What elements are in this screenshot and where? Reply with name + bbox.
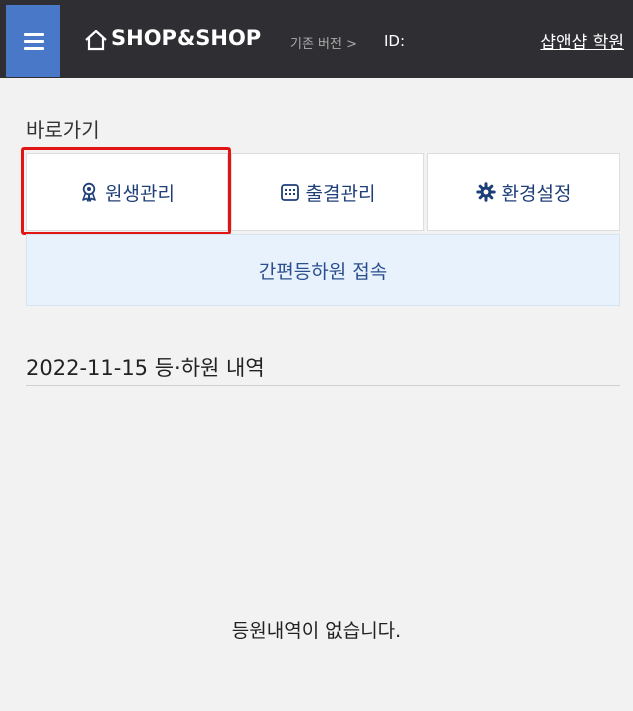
attendance-management-button[interactable]: 출결관리 <box>231 153 424 231</box>
divider <box>26 385 620 386</box>
shortcut-tiles: 원생관리 출결관리 환경설정 <box>26 153 620 231</box>
top-header: SHOP&SHOP 기존 버전 > ID: 샵앤샵 학원 <box>0 0 633 78</box>
legacy-version-link[interactable]: 기존 버전 > <box>290 33 357 52</box>
student-management-label: 원생관리 <box>105 182 175 205</box>
calendar-icon <box>280 184 299 201</box>
home-icon[interactable] <box>84 29 108 51</box>
menu-icon-line <box>24 47 44 50</box>
school-name-link[interactable]: 샵앤샵 학원 <box>540 28 624 53</box>
empty-history-message: 등원내역이 없습니다. <box>231 620 402 642</box>
settings-button[interactable]: 환경설정 <box>427 153 620 231</box>
gear-icon <box>475 182 496 202</box>
student-management-button[interactable]: 원생관리 <box>26 153 228 231</box>
app-screen: SHOP&SHOP 기존 버전 > ID: 샵앤샵 학원 바로가기 원생관리 출… <box>0 0 633 711</box>
shortcuts-title: 바로가기 <box>26 118 100 142</box>
user-id-label: ID: <box>384 32 406 50</box>
hamburger-menu-button[interactable] <box>6 5 60 77</box>
student-badge-icon <box>82 182 96 202</box>
menu-icon-line <box>24 40 44 43</box>
history-title: 2022-11-15 등·하원 내역 <box>26 356 265 380</box>
brand-title[interactable]: SHOP&SHOP <box>111 26 261 50</box>
attendance-management-label: 출결관리 <box>305 182 376 205</box>
settings-label: 환경설정 <box>501 182 572 205</box>
menu-icon-line <box>24 33 44 36</box>
quick-attendance-button[interactable]: 간편등하원 접속 <box>26 234 620 306</box>
